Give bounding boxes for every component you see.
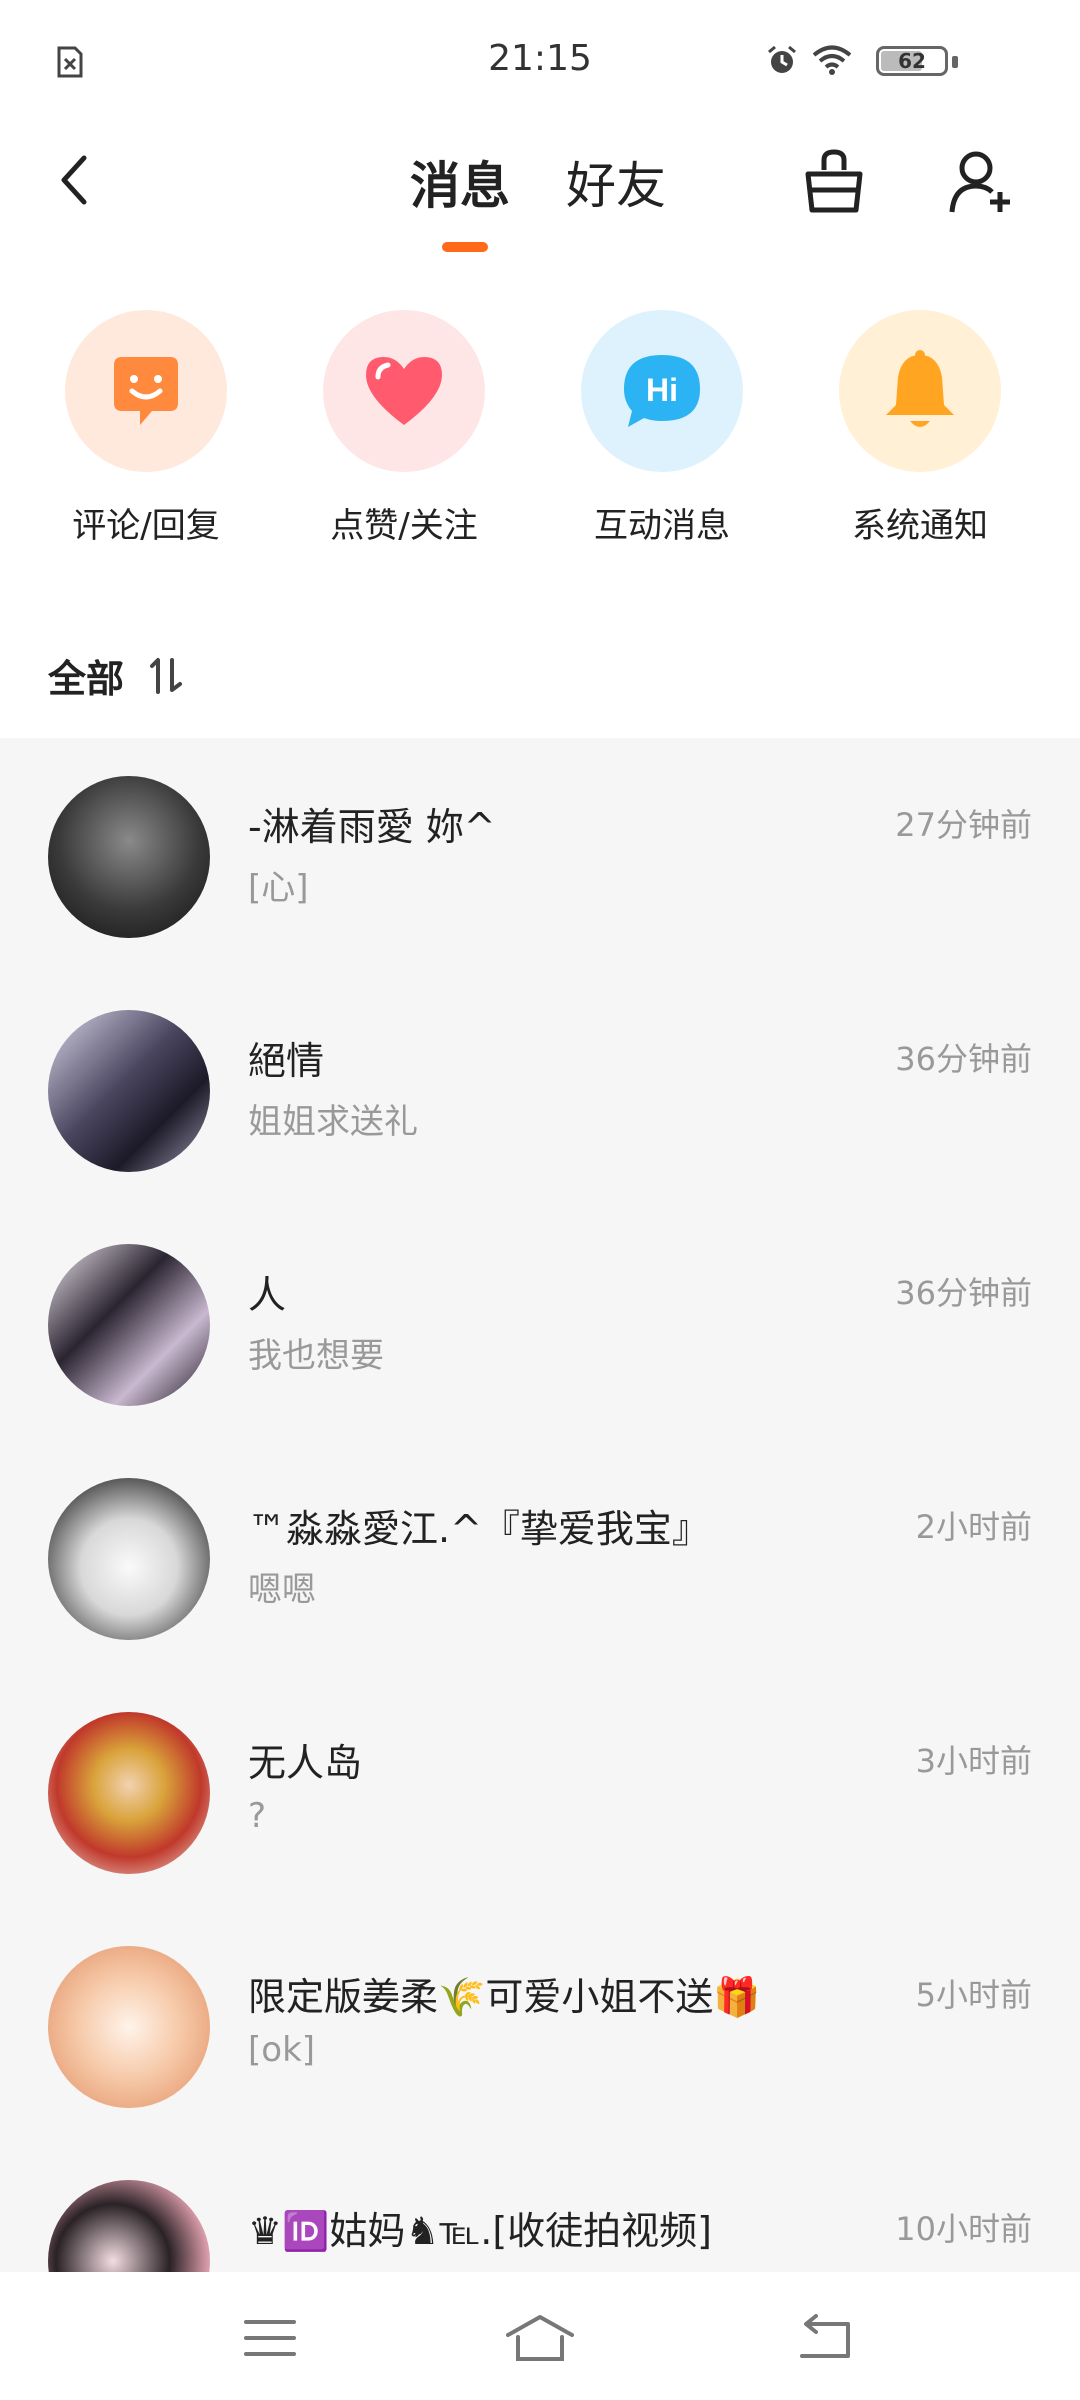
conversation-time: 3小时前 — [915, 1742, 1032, 1780]
system-navigation-bar — [0, 2272, 1080, 2400]
avatar[interactable] — [48, 1946, 210, 2108]
conversation-preview: 嗯嗯 — [248, 1570, 316, 1610]
conversation-preview: [ok] — [248, 2030, 316, 2070]
conversation-time: 27分钟前 — [895, 806, 1032, 844]
status-bar: 21:15 62 — [0, 0, 1080, 120]
conversation-time: 2小时前 — [915, 1508, 1032, 1546]
avatar[interactable] — [48, 1010, 210, 1172]
avatar[interactable] — [48, 1712, 210, 1874]
category-interactions-label: 互动消息 — [594, 506, 730, 546]
conversation-item[interactable]: 无人岛 ? 3小时前 — [0, 1674, 1080, 1908]
chevron-left-icon — [61, 155, 87, 205]
conversation-item[interactable]: ™淼淼愛江.^『挚爱我宝』 嗯嗯 2小时前 — [0, 1440, 1080, 1674]
conversation-item[interactable]: -淋着雨愛 妳^ [心] 27分钟前 — [0, 738, 1080, 972]
back-icon — [800, 2314, 850, 2358]
conversation-preview: ? — [248, 1796, 267, 1836]
conversation-preview: [心] — [248, 868, 309, 908]
conversation-name: -淋着雨愛 妳^ — [248, 805, 496, 849]
conversation-item[interactable]: ♛🆔姑妈♞℡.[收徒拍视频] 10小时前 — [0, 2142, 1080, 2272]
category-system[interactable]: 系统通知 — [820, 310, 1020, 547]
conversation-preview: 姐姐求送礼 — [248, 1102, 418, 1142]
message-categories: 评论/回复 点赞/关注 Hi 互动消息 系统通知 — [0, 310, 1080, 550]
avatar[interactable] — [48, 1478, 210, 1640]
category-likes-circle — [323, 310, 485, 472]
broom-basket-icon — [805, 149, 863, 213]
conversation-name: ™淼淼愛江.^『挚爱我宝』 — [248, 1507, 710, 1551]
comment-smile-icon — [114, 357, 178, 425]
conversation-item[interactable]: 限定版姜柔🌾可爱小姐不送🎁 [ok] 5小时前 — [0, 1908, 1080, 2142]
all-messages-header: 全部 — [48, 648, 188, 703]
category-comments[interactable]: 评论/回复 — [46, 310, 246, 547]
add-friend-button[interactable] — [944, 144, 1020, 220]
tab-friends[interactable]: 好友 — [566, 146, 666, 218]
section-title: 全部 — [48, 657, 125, 701]
bell-icon — [886, 350, 954, 427]
conversation-time: 36分钟前 — [895, 1040, 1032, 1078]
tab-messages[interactable]: 消息 — [410, 146, 510, 218]
conversation-name: ♛🆔姑妈♞℡.[收徒拍视频] — [248, 2209, 712, 2253]
hi-bubble-icon: Hi — [624, 355, 700, 427]
conversation-name: 人 — [248, 1273, 287, 1317]
back-button[interactable] — [44, 150, 104, 210]
category-interactions[interactable]: Hi 互动消息 — [562, 310, 762, 547]
category-comments-label: 评论/回复 — [72, 506, 220, 546]
add-user-icon — [949, 151, 1010, 213]
category-system-circle — [839, 310, 1001, 472]
home-button[interactable] — [504, 2308, 576, 2368]
conversation-time: 10小时前 — [895, 2210, 1032, 2248]
menu-icon — [244, 2320, 296, 2356]
avatar[interactable] — [48, 776, 210, 938]
alarm-icon — [768, 45, 796, 73]
conversation-name: 无人岛 — [248, 1741, 363, 1785]
home-icon — [506, 2315, 574, 2361]
back-nav-button[interactable] — [788, 2308, 860, 2368]
svg-text:Hi: Hi — [646, 372, 678, 408]
battery-level: 62 — [898, 49, 926, 73]
conversation-preview: 我也想要 — [248, 1336, 384, 1376]
conversation-time: 36分钟前 — [895, 1274, 1032, 1312]
battery-nub — [952, 56, 958, 68]
top-header: 消息 好友 — [0, 120, 1080, 260]
conversation-time: 5小时前 — [915, 1976, 1032, 2014]
conversation-list[interactable]: -淋着雨愛 妳^ [心] 27分钟前 絕情 姐姐求送礼 36分钟前 人 我也想要… — [0, 738, 1080, 2272]
conversation-name: 絕情 — [248, 1039, 325, 1083]
category-likes-label: 点赞/关注 — [330, 506, 478, 546]
avatar[interactable] — [48, 1244, 210, 1406]
conversation-item[interactable]: 絕情 姐姐求送礼 36分钟前 — [0, 972, 1080, 1206]
category-system-label: 系统通知 — [852, 506, 988, 546]
recent-apps-button[interactable] — [234, 2308, 306, 2368]
category-interactions-circle: Hi — [581, 310, 743, 472]
battery-indicator: 62 — [876, 46, 948, 76]
category-likes[interactable]: 点赞/关注 — [304, 310, 504, 547]
category-comments-circle — [65, 310, 227, 472]
wifi-icon — [812, 45, 852, 75]
clean-button[interactable] — [796, 144, 872, 220]
avatar[interactable] — [48, 2180, 210, 2272]
heart-icon — [366, 357, 442, 425]
active-tab-indicator — [442, 242, 488, 252]
status-icons — [766, 44, 852, 76]
conversation-name: 限定版姜柔🌾可爱小姐不送🎁 — [248, 1975, 761, 2019]
sort-icon[interactable] — [144, 656, 188, 696]
conversation-item[interactable]: 人 我也想要 36分钟前 — [0, 1206, 1080, 1440]
